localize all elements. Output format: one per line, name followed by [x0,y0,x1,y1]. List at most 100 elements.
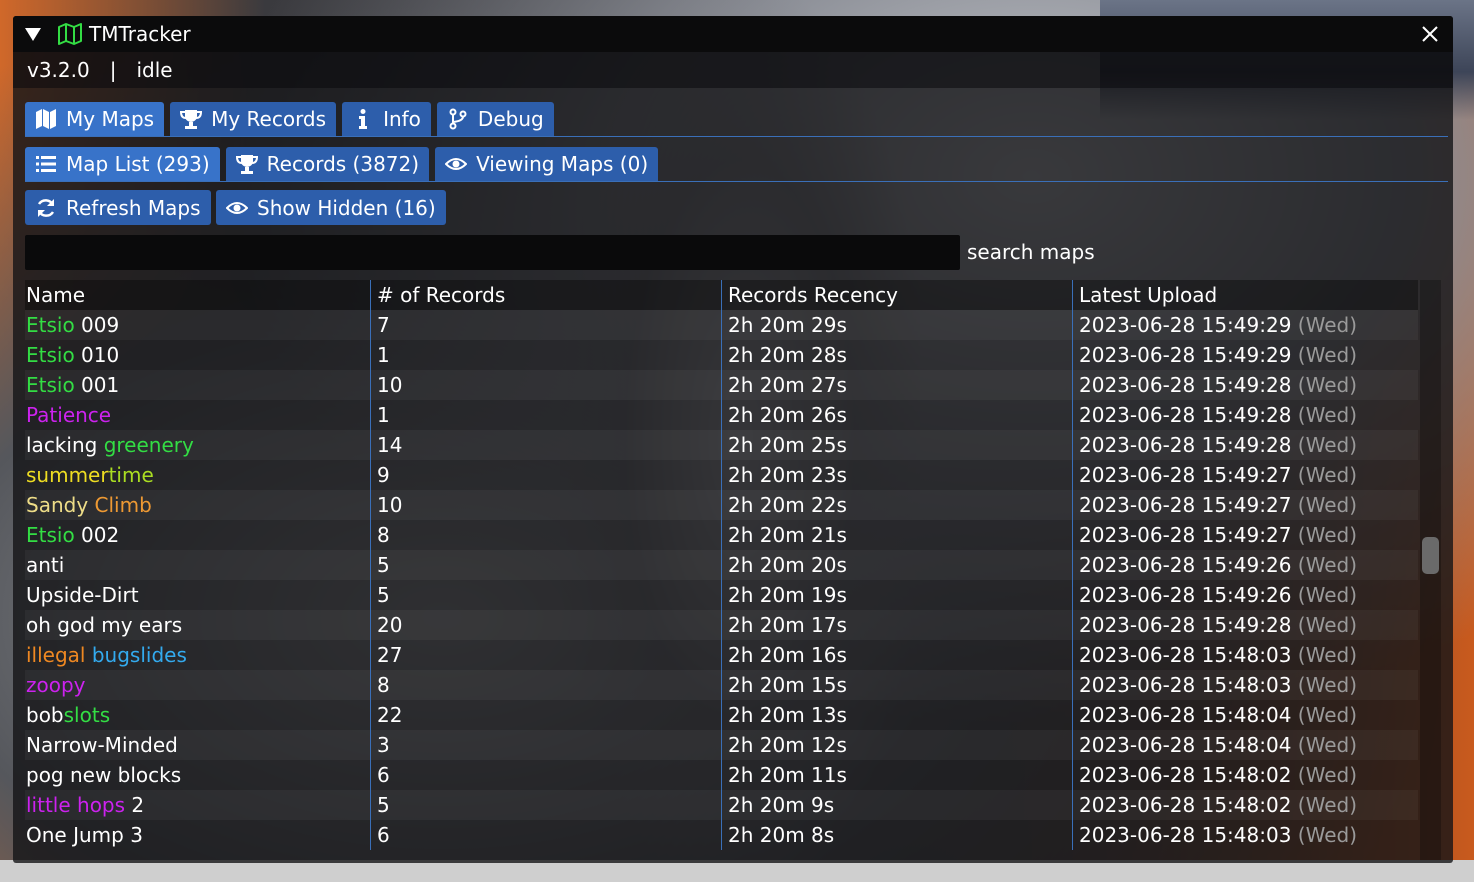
window-titlebar[interactable]: TMTracker [13,16,1453,52]
tab-records[interactable]: Records (3872) [225,147,430,181]
records-count-cell: 1 [370,400,721,430]
table-row[interactable]: Etsio 001 10 2h 20m 27s 2023-06-28 15:49:28… [25,370,1418,400]
table-row[interactable]: bobslots 22 2h 20m 13s 2023-06-28 15:48:04 … [25,700,1418,730]
records-recency-cell: 2h 20m 8s [721,820,1072,850]
upload-datetime: 2023-06-28 15:48:03 [1079,673,1292,697]
map-name-cell[interactable]: zoopy [25,670,370,700]
records-recency-cell: 2h 20m 15s [721,670,1072,700]
search-input[interactable] [25,235,960,270]
upload-weekday: (Wed) [1297,433,1357,457]
map-name-segment: 2 [125,793,145,817]
records-count-cell: 7 [370,310,721,340]
latest-upload-cell: 2023-06-28 15:48:04 (Wed) [1072,700,1418,730]
map-name-cell[interactable]: Etsio 002 [25,520,370,550]
records-count-cell: 14 [370,430,721,460]
map-name-cell[interactable]: lacking greenery [25,430,370,460]
map-name-cell[interactable]: oh god my ears [25,610,370,640]
table-row[interactable]: anti 5 2h 20m 20s 2023-06-28 15:49:26 (Wed) [25,550,1418,580]
map-name-cell[interactable]: pog new blocks [25,760,370,790]
sub-tab-bar: Map List (293) Records (3872) Viewing Ma… [25,145,1448,182]
status-line: v3.2.0 | idle [13,52,1453,88]
tab-label: Viewing Maps (0) [476,152,649,176]
button-label: Refresh Maps [66,195,201,220]
records-recency-cell: 2h 20m 25s [721,430,1072,460]
version-text: v3.2.0 [27,58,90,82]
tab-map-list[interactable]: Map List (293) [25,147,220,181]
close-icon[interactable] [1419,23,1441,45]
map-name-cell[interactable]: bobslots [25,700,370,730]
tab-my-records[interactable]: My Records [170,102,337,136]
upload-weekday: (Wed) [1297,793,1357,817]
table-row[interactable]: Etsio 010 1 2h 20m 28s 2023-06-28 15:49:29 … [25,340,1418,370]
info-icon [359,109,368,129]
map-name-segment: Etsio [26,523,75,547]
map-name-cell[interactable]: anti [25,550,370,580]
upload-datetime: 2023-06-28 15:48:02 [1079,793,1292,817]
records-recency-cell: 2h 20m 13s [721,700,1072,730]
upload-weekday: (Wed) [1297,613,1357,637]
upload-datetime: 2023-06-28 15:48:02 [1079,763,1292,787]
tab-label: My Maps [66,107,155,131]
table-row[interactable]: Etsio 002 8 2h 20m 21s 2023-06-28 15:49:27 … [25,520,1418,550]
map-name-segment: Etsio [26,313,75,337]
tab-viewing-maps[interactable]: Viewing Maps (0) [435,147,659,181]
upload-weekday: (Wed) [1297,733,1357,757]
table-row[interactable]: Upside-Dirt 5 2h 20m 19s 2023-06-28 15:49:2… [25,580,1418,610]
upload-weekday: (Wed) [1297,313,1357,337]
map-name-cell[interactable]: One Jump 3 [25,820,370,850]
table-row[interactable]: Narrow-Minded 3 2h 20m 12s 2023-06-28 15:48… [25,730,1418,760]
table-row[interactable]: zoopy 8 2h 20m 15s 2023-06-28 15:48:03 (Wed… [25,670,1418,700]
map-name-cell[interactable]: summertime [25,460,370,490]
map-name-segment: summer [26,463,109,487]
map-name-segment: Upside-Dirt [26,583,139,607]
records-recency-cell: 2h 20m 16s [721,640,1072,670]
upload-weekday: (Wed) [1297,583,1357,607]
table-row[interactable]: One Jump 3 6 2h 20m 8s 2023-06-28 15:48:03 … [25,820,1418,850]
status-text: idle [136,58,173,82]
records-recency-cell: 2h 20m 20s [721,550,1072,580]
table-row[interactable]: illegal bugslides 27 2h 20m 16s 2023-06-28 … [25,640,1418,670]
table-row[interactable]: pog new blocks 6 2h 20m 11s 2023-06-28 15:4… [25,760,1418,790]
table-row[interactable]: little hops 2 5 2h 20m 9s 2023-06-28 15:48:… [25,790,1418,820]
map-name-cell[interactable]: Narrow-Minded [25,730,370,760]
map-name-cell[interactable]: Etsio 010 [25,340,370,370]
scrollbar-thumb[interactable] [1422,537,1439,574]
show-hidden-button[interactable]: Show Hidden (16) [216,190,446,225]
map-name-cell[interactable]: Upside-Dirt [25,580,370,610]
records-count-cell: 8 [370,520,721,550]
tab-info[interactable]: Info [342,102,431,136]
tab-debug[interactable]: Debug [436,102,554,136]
map-name-cell[interactable]: illegal bugslides [25,640,370,670]
map-name-segment: Climb [94,493,152,517]
tab-my-maps[interactable]: My Maps [25,102,165,136]
trophy-icon [235,155,258,174]
map-name-cell[interactable]: Sandy Climb [25,490,370,520]
records-recency-cell: 2h 20m 9s [721,790,1072,820]
upload-datetime: 2023-06-28 15:49:28 [1079,433,1292,457]
eye-icon [226,201,248,214]
collapse-triangle-icon[interactable] [25,27,41,41]
map-name-segment: time [108,463,154,487]
table-row[interactable]: lacking greenery 14 2h 20m 25s 2023-06-28 1… [25,430,1418,460]
table-row[interactable]: Sandy Climb 10 2h 20m 22s 2023-06-28 15:49:… [25,490,1418,520]
header-name[interactable]: Name [25,280,370,310]
upload-datetime: 2023-06-28 15:48:03 [1079,643,1292,667]
map-name-segment: One Jump 3 [26,823,143,847]
refresh-maps-button[interactable]: Refresh Maps [25,190,211,225]
map-name-cell[interactable]: Patience [25,400,370,430]
records-recency-cell: 2h 20m 17s [721,610,1072,640]
table-row[interactable]: Etsio 009 7 2h 20m 29s 2023-06-28 15:49:29 … [25,310,1418,340]
header-latest-upload[interactable]: Latest Upload [1072,280,1418,310]
upload-datetime: 2023-06-28 15:49:28 [1079,403,1292,427]
header-records[interactable]: # of Records [370,280,721,310]
table-row[interactable]: summertime 9 2h 20m 23s 2023-06-28 15:49:27… [25,460,1418,490]
header-recency[interactable]: Records Recency [721,280,1072,310]
map-name-cell[interactable]: Etsio 009 [25,310,370,340]
table-row[interactable]: oh god my ears 20 2h 20m 17s 2023-06-28 15:… [25,610,1418,640]
map-name-cell[interactable]: Etsio 001 [25,370,370,400]
map-name-segment: zoopy [26,673,86,697]
map-name-cell[interactable]: little hops 2 [25,790,370,820]
table-row[interactable]: Patience 1 2h 20m 26s 2023-06-28 15:49:28 (… [25,400,1418,430]
map-name-segment: 009 [74,313,120,337]
tmtracker-window: TMTracker v3.2.0 | idle My Maps My Recor… [13,16,1453,863]
